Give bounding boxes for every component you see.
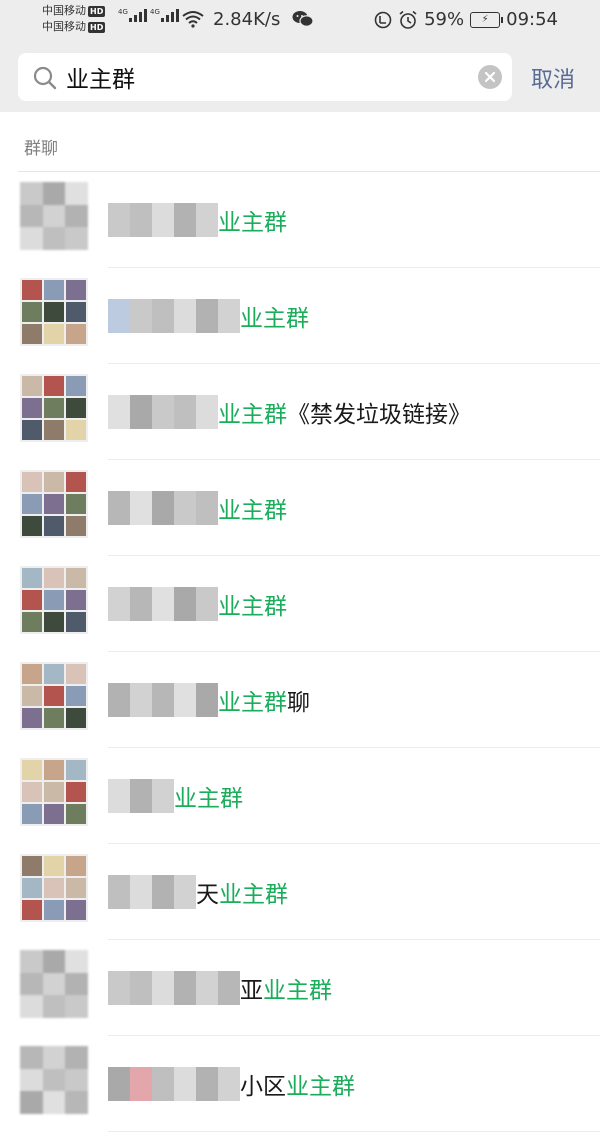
result-row[interactable]: 业主群聊 — [0, 652, 600, 748]
group-avatar — [20, 854, 88, 922]
clear-icon[interactable] — [478, 65, 502, 89]
match-highlight: 业主群 — [218, 498, 287, 524]
status-right: 59% ⚡ 09:54 — [374, 9, 558, 30]
pixelated-text — [108, 1067, 240, 1101]
group-name: 业主群 — [108, 491, 287, 525]
status-bar: 中国移动 HD 中国移动 HD 4G 4G 2.84K/s 59% ⚡ 09:54 — [0, 0, 600, 44]
carrier-2: 中国移动 — [42, 20, 86, 33]
search-icon — [33, 66, 57, 90]
match-highlight: 业主群 — [218, 594, 287, 620]
result-row[interactable]: 亚业主群 — [0, 940, 600, 1036]
group-name: 业主群 — [108, 587, 287, 621]
pixelated-text — [108, 683, 218, 717]
group-avatar — [20, 758, 88, 826]
name-visible-part: 亚 — [240, 978, 263, 1004]
result-row[interactable]: 业主群 — [0, 268, 600, 364]
wifi-icon — [182, 11, 204, 28]
result-row[interactable]: 业主群 — [0, 748, 600, 844]
group-avatar — [20, 1046, 88, 1114]
name-visible-part: 天 — [196, 882, 219, 908]
match-highlight: 业主群 — [286, 1074, 355, 1100]
result-row[interactable]: 天业主群 — [0, 844, 600, 940]
search-header: 取消 — [0, 44, 600, 112]
result-row[interactable]: 业主群 — [0, 460, 600, 556]
group-avatar — [20, 278, 88, 346]
pixelated-text — [108, 971, 240, 1005]
match-highlight: 业主群 — [240, 306, 309, 332]
group-name: 业主群聊 — [108, 683, 310, 717]
result-row[interactable]: 业主群 — [0, 172, 600, 268]
match-highlight: 业主群 — [219, 882, 288, 908]
alarm-icon — [399, 10, 417, 29]
pixelated-text — [108, 875, 196, 909]
battery-percent: 59% — [424, 9, 465, 30]
group-avatar — [20, 374, 88, 442]
pixelated-text — [108, 395, 218, 429]
name-visible-part: 小区 — [240, 1074, 286, 1100]
group-name: 业主群 — [108, 779, 243, 813]
name-suffix: 《禁发垃圾链接》 — [287, 402, 471, 428]
wechat-icon — [292, 11, 314, 27]
group-name: 业主群 — [108, 203, 287, 237]
match-highlight: 业主群 — [218, 402, 287, 428]
cancel-button[interactable]: 取消 — [531, 62, 575, 94]
carrier-info: 中国移动 HD 中国移动 HD — [42, 3, 106, 35]
result-row[interactable]: 业主群 — [0, 556, 600, 652]
pixelated-text — [108, 779, 174, 813]
section-header: 群聊 — [24, 139, 58, 159]
search-box[interactable] — [18, 53, 512, 101]
group-avatar — [20, 662, 88, 730]
match-highlight: 业主群 — [263, 978, 332, 1004]
pixelated-text — [108, 491, 218, 525]
group-name: 业主群 《禁发垃圾链接》 — [108, 395, 471, 429]
signal-icon: 4G — [118, 8, 147, 22]
result-row[interactable]: 业主群 《禁发垃圾链接》 — [0, 364, 600, 460]
hd-badge: HD — [88, 5, 106, 17]
net-speed: 2.84K/s — [213, 9, 281, 30]
group-avatar — [20, 182, 88, 250]
group-name: 亚业主群 — [108, 971, 332, 1005]
group-avatar — [20, 470, 88, 538]
hd-badge: HD — [88, 21, 106, 33]
pixelated-text — [108, 299, 240, 333]
group-name: 业主群 — [108, 299, 309, 333]
match-highlight: 业主群 — [218, 690, 287, 716]
do-not-disturb-icon — [374, 11, 392, 28]
name-suffix: 聊 — [287, 690, 310, 716]
match-highlight: 业主群 — [218, 210, 287, 236]
pixelated-text — [108, 587, 218, 621]
carrier-1: 中国移动 — [42, 4, 86, 17]
signal-icon: 4G — [150, 8, 179, 22]
match-highlight: 业主群 — [174, 786, 243, 812]
search-input[interactable] — [66, 62, 466, 92]
group-avatar — [20, 950, 88, 1018]
group-name: 天业主群 — [108, 875, 288, 909]
pixelated-text — [108, 203, 218, 237]
result-row[interactable]: 小区 业主群 — [0, 1036, 600, 1132]
group-avatar — [20, 566, 88, 634]
clock: 09:54 — [506, 9, 558, 30]
battery-icon: ⚡ — [470, 11, 504, 28]
group-name: 小区 业主群 — [108, 1067, 355, 1101]
